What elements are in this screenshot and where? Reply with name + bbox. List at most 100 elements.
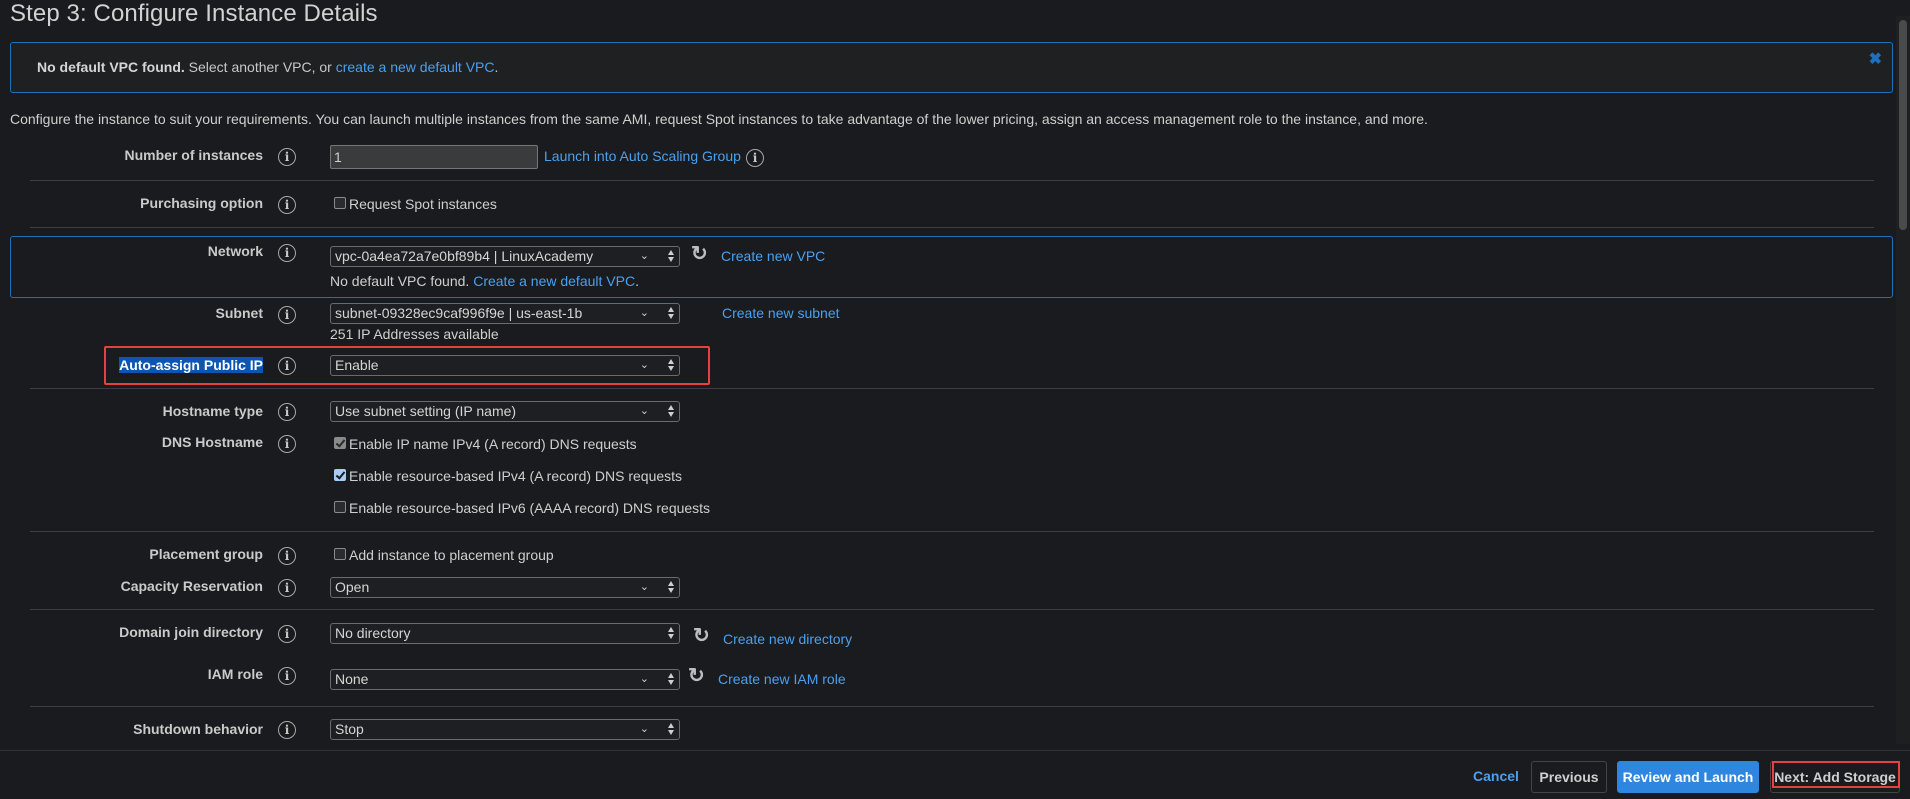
dns-hostname-label: DNS Hostname [161, 434, 263, 450]
highlight-annotation [1772, 761, 1900, 788]
info-icon[interactable]: i [278, 357, 296, 375]
alert-message: No default VPC found. Select another VPC… [37, 59, 498, 75]
capacity-reservation-value: Open [335, 579, 370, 595]
info-icon[interactable]: i [746, 149, 764, 167]
chevron-down-icon: ⌄ [639, 307, 649, 319]
launch-auto-scaling-link[interactable]: Launch into Auto Scaling Group [544, 148, 741, 164]
auto-assign-public-ip-label: Auto-assign Public IP [0, 357, 263, 373]
previous-button[interactable]: Previous [1531, 761, 1607, 793]
info-icon[interactable]: i [278, 579, 296, 597]
network-note-text: No default VPC found. [330, 273, 470, 289]
network-label: Network [207, 243, 263, 259]
shutdown-behavior-value: Stop [335, 721, 364, 737]
spinner-arrows-icon [667, 404, 675, 418]
create-default-vpc-link[interactable]: create a new default VPC [336, 59, 495, 75]
domain-join-select[interactable]: No directory [330, 623, 680, 644]
refresh-icon[interactable]: ↻ [691, 244, 708, 264]
divider [30, 227, 1874, 228]
hostname-type-select[interactable]: Use subnet setting (IP name) ⌄ [330, 401, 680, 422]
placement-group-label: Placement group [149, 546, 263, 562]
chevron-down-icon: ⌄ [639, 405, 649, 417]
network-select[interactable]: vpc-0a4ea72a7e0bf89b4 | LinuxAcademy ⌄ [330, 246, 680, 267]
alert-text: Select another VPC, or [184, 59, 336, 75]
note-suffix: . [635, 273, 639, 289]
divider [30, 180, 1874, 181]
spinner-arrows-icon [667, 672, 675, 686]
create-default-vpc-link-2[interactable]: Create a new default VPC [473, 273, 635, 289]
capacity-reservation-select[interactable]: Open ⌄ [330, 577, 680, 598]
info-icon[interactable]: i [278, 547, 296, 565]
purchasing-option-label: Purchasing option [140, 195, 263, 211]
spinner-arrows-icon [667, 306, 675, 320]
spinner-arrows-icon [667, 358, 675, 372]
public-ip-select-value: Enable [335, 357, 379, 373]
auto-assign-public-ip-select[interactable]: Enable ⌄ [330, 355, 680, 376]
close-icon[interactable]: ✖ [1869, 49, 1882, 69]
chevron-down-icon: ⌄ [639, 359, 649, 371]
iam-role-select[interactable]: None ⌄ [330, 669, 680, 690]
refresh-icon[interactable]: ↻ [693, 626, 710, 646]
subnet-ip-count: 251 IP Addresses available [330, 326, 499, 342]
alert-suffix: . [494, 59, 499, 75]
info-icon[interactable]: i [278, 244, 296, 262]
review-and-launch-button[interactable]: Review and Launch [1617, 761, 1759, 793]
spinner-arrows-icon [667, 249, 675, 263]
info-icon[interactable]: i [278, 721, 296, 739]
capacity-reservation-label: Capacity Reservation [120, 578, 263, 594]
create-new-vpc-link[interactable]: Create new VPC [721, 248, 825, 264]
dns-option-label: Enable resource-based IPv4 (A record) DN… [349, 468, 683, 484]
intro-text: Configure the instance to suit your requ… [10, 111, 1428, 127]
refresh-icon[interactable]: ↻ [688, 666, 705, 686]
dns-option-label: Enable IP name IPv4 (A record) DNS reque… [349, 436, 637, 452]
configure-instance-page: Step 3: Configure Instance Details No de… [0, 0, 1910, 799]
info-icon[interactable]: i [278, 625, 296, 643]
network-note: No default VPC found. Create a new defau… [330, 273, 639, 289]
spinner-arrows-icon [667, 580, 675, 594]
hostname-type-label: Hostname type [162, 403, 263, 419]
create-new-subnet-link[interactable]: Create new subnet [722, 305, 840, 321]
scrollbar-thumb[interactable] [1899, 20, 1907, 230]
chevron-down-icon: ⌄ [639, 723, 649, 735]
dns-option-label: Enable resource-based IPv6 (AAAA record)… [349, 500, 711, 516]
domain-join-label: Domain join directory [119, 624, 263, 640]
chevron-down-icon: ⌄ [639, 673, 649, 685]
divider [30, 609, 1874, 610]
network-select-value: vpc-0a4ea72a7e0bf89b4 | LinuxAcademy [335, 248, 594, 264]
info-icon[interactable]: i [278, 403, 296, 421]
dns-ipv4-ip-name-checkbox[interactable] [334, 437, 346, 449]
spinner-arrows-icon [667, 722, 675, 736]
dns-resource-ipv4-checkbox[interactable] [334, 469, 346, 481]
request-spot-checkbox[interactable] [334, 197, 346, 209]
placement-group-checkbox[interactable] [334, 548, 346, 560]
subnet-select-value: subnet-09328ec9caf996f9e | us-east-1b [335, 305, 583, 321]
info-icon[interactable]: i [278, 196, 296, 214]
iam-role-value: None [335, 671, 369, 687]
alert-bold-text: No default VPC found. [37, 59, 185, 75]
request-spot-label: Request Spot instances [349, 196, 497, 212]
chevron-down-icon: ⌄ [639, 250, 649, 262]
info-icon[interactable]: i [278, 306, 296, 324]
number-of-instances-input[interactable] [330, 145, 538, 169]
create-new-iam-role-link[interactable]: Create new IAM role [718, 671, 846, 687]
cancel-button[interactable]: Cancel [1466, 761, 1526, 793]
selected-label-text: Auto-assign Public IP [119, 357, 263, 373]
number-of-instances-label: Number of instances [124, 147, 263, 163]
subnet-label: Subnet [215, 305, 263, 321]
shutdown-behavior-select[interactable]: Stop ⌄ [330, 719, 680, 740]
create-new-directory-link[interactable]: Create new directory [723, 631, 852, 647]
info-icon[interactable]: i [278, 148, 296, 166]
dns-resource-ipv6-checkbox[interactable] [334, 501, 346, 513]
divider [30, 388, 1874, 389]
page-title: Step 3: Configure Instance Details [10, 0, 378, 27]
domain-join-value: No directory [335, 625, 411, 641]
divider [30, 706, 1874, 707]
spinner-arrows-icon [667, 626, 675, 640]
iam-role-label: IAM role [207, 666, 263, 682]
info-icon[interactable]: i [278, 667, 296, 685]
divider [30, 531, 1874, 532]
subnet-select[interactable]: subnet-09328ec9caf996f9e | us-east-1b ⌄ [330, 303, 680, 324]
placement-group-checkbox-label: Add instance to placement group [349, 547, 554, 563]
info-icon[interactable]: i [278, 435, 296, 453]
hostname-type-value: Use subnet setting (IP name) [335, 403, 517, 419]
no-default-vpc-alert: No default VPC found. Select another VPC… [10, 42, 1893, 93]
